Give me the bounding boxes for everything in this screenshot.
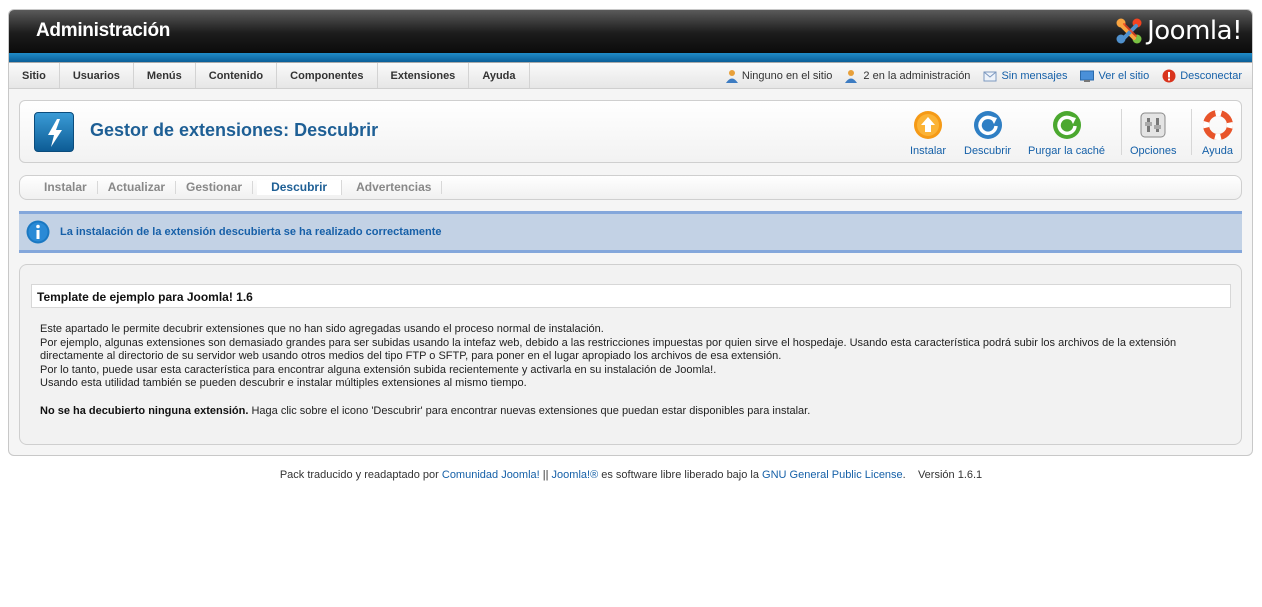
tab-descubrir[interactable]: Descubrir [257, 180, 343, 195]
tab-actualizar[interactable]: Actualizar [98, 181, 177, 194]
options-icon [1140, 112, 1166, 138]
joomla-link[interactable]: Joomla!® [552, 469, 599, 481]
community-link[interactable]: Comunidad Joomla! [442, 469, 540, 481]
lightning-icon [48, 119, 62, 147]
purge-cache-button[interactable]: Purgar la caché [1028, 110, 1105, 157]
description-line: Usando esta utilidad también se pueden d… [40, 377, 527, 390]
menu-bar: Sitio Usuarios Menús Contenido Component… [9, 63, 1252, 89]
purge-refresh-icon [1052, 111, 1081, 139]
no-extensions-hint: Haga clic sobre el icono 'Descubrir' par… [248, 404, 811, 417]
footer: Pack traducido y readaptado por Comunida… [279, 469, 983, 481]
no-extensions-message: No se ha decubierto ninguna extensión. H… [40, 405, 1220, 419]
upload-arrow-icon [914, 111, 943, 139]
message-text: La instalación de la extensión descubier… [60, 226, 442, 238]
toolbar-separator [1191, 109, 1192, 155]
description: Este apartado le permite decubrir extens… [40, 323, 1220, 419]
version-text: . Versión 1.6.1 [902, 469, 983, 481]
install-button[interactable]: Instalar [910, 110, 946, 157]
description-line: directamente al directorio de su servido… [40, 350, 782, 363]
menu-item-componentes[interactable]: Componentes [277, 63, 378, 88]
status-admin-users: 2 en la administración [845, 69, 970, 83]
monitor-icon [1080, 70, 1095, 82]
description-line: Por lo tanto, puede usar esta caracterís… [40, 363, 717, 376]
view-site-link[interactable]: Ver el sitio [1080, 70, 1149, 82]
logout-icon [1162, 69, 1176, 82]
menu-item-extensiones[interactable]: Extensiones [378, 63, 470, 88]
no-extensions-bold: No se ha decubierto ninguna extensión. [40, 404, 249, 417]
toolbar-separator [1121, 109, 1122, 155]
page-title: Gestor de extensiones: Descubrir [90, 120, 379, 140]
submenu-tabs: Instalar Actualizar Gestionar Descubrir … [19, 175, 1242, 200]
user-icon [725, 69, 738, 83]
extensions-icon [34, 112, 74, 152]
system-message: La instalación de la extensión descubier… [19, 211, 1242, 253]
status-site-users: Ninguno en el sitio [724, 69, 832, 83]
tab-gestionar[interactable]: Gestionar [176, 181, 254, 194]
main-menu: Sitio Usuarios Menús Contenido Component… [9, 63, 530, 88]
license-link[interactable]: GNU General Public License [762, 469, 903, 481]
discover-button[interactable]: Descubrir [964, 110, 1011, 157]
joomla-logo-text: Joomla! [1147, 16, 1242, 46]
info-icon [26, 220, 50, 244]
header-blue-strip [9, 53, 1252, 63]
toolbar-box: Gestor de extensiones: Descubrir Instala… [19, 100, 1242, 163]
admin-frame: Administración Joomla! Sitio Usuarios Me… [8, 9, 1253, 456]
menu-item-menus[interactable]: Menús [134, 63, 196, 88]
options-button[interactable]: Opciones [1130, 110, 1176, 157]
header-bar: Administración Joomla! [9, 10, 1252, 53]
description-line: Por ejemplo, algunas extensiones son dem… [40, 336, 1177, 349]
help-button[interactable]: Ayuda [1202, 110, 1233, 157]
admin-user-icon [845, 69, 858, 83]
status-bar: Ninguno en el sitio 2 en la administraci… [711, 63, 1242, 88]
joomla-logo: Joomla! [1114, 14, 1242, 48]
site-title: Administración [36, 20, 171, 41]
menu-item-usuarios[interactable]: Usuarios [60, 63, 134, 88]
joomla-logo-icon [1116, 18, 1142, 44]
discover-refresh-icon [973, 111, 1002, 139]
description-line: Este apartado le permite decubrir extens… [40, 323, 604, 335]
lifebuoy-icon [1202, 110, 1233, 140]
tab-instalar[interactable]: Instalar [34, 181, 98, 194]
messages-link[interactable]: Sin mensajes [983, 70, 1067, 82]
content-panel: Template de ejemplo para Joomla! 1.6 Est… [19, 264, 1242, 445]
envelope-icon [983, 71, 997, 81]
logout-link[interactable]: Desconectar [1162, 69, 1242, 83]
menu-item-ayuda[interactable]: Ayuda [469, 63, 530, 88]
tab-advertencias[interactable]: Advertencias [346, 181, 443, 194]
menu-item-contenido[interactable]: Contenido [196, 63, 278, 88]
menu-item-sitio[interactable]: Sitio [9, 63, 60, 88]
template-name-box: Template de ejemplo para Joomla! 1.6 [31, 284, 1231, 308]
